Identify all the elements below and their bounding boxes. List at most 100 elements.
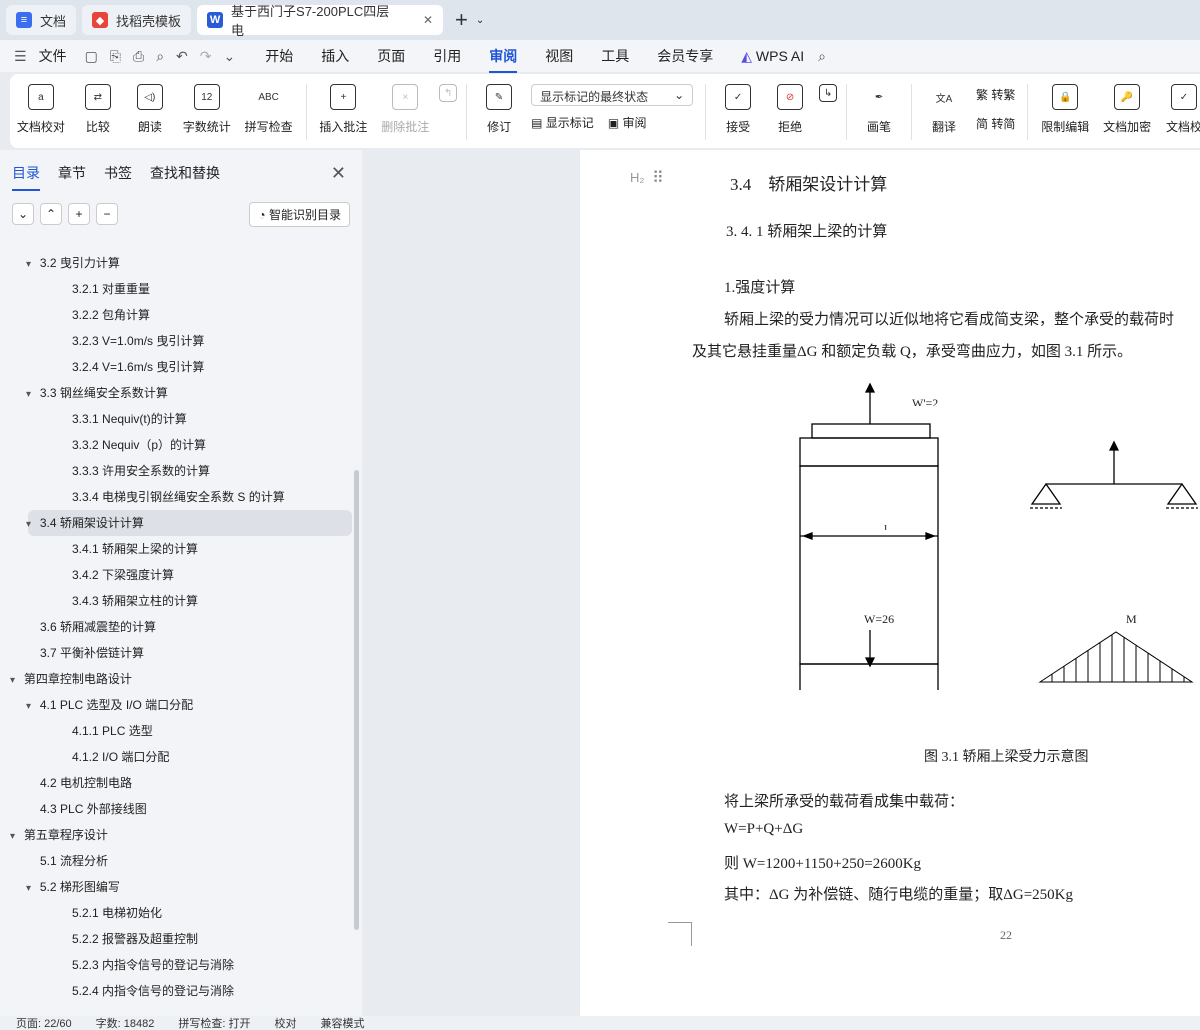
next-change-button[interactable]: ↳ xyxy=(818,84,838,110)
delete-comment-button[interactable]: × 删除批注 xyxy=(381,84,429,135)
close-icon[interactable]: ✕ xyxy=(423,13,433,27)
translate-button[interactable]: 文A 翻译 xyxy=(926,84,962,135)
formula[interactable]: 则 W=1200+1150+250=2600Kg xyxy=(724,852,921,873)
toc-item[interactable]: 5.2.2 报警器及超重控制 xyxy=(0,926,352,952)
toc-item[interactable]: 3.2.3 V=1.0m/s 曳引计算 xyxy=(0,328,352,354)
tab-find-replace[interactable]: 查找和替换 xyxy=(150,163,220,183)
new-tab-icon[interactable]: + xyxy=(455,7,468,33)
figure-caption[interactable]: 图 3.1 轿厢上梁受力示意图 xyxy=(924,746,1089,766)
paragraph[interactable]: 及其它悬挂重量ΔG 和额定负载 Q，承受弯曲应力，如图 3.1 所示。 xyxy=(692,340,1132,361)
export-icon[interactable]: ⎘ xyxy=(110,48,121,65)
formula[interactable]: W=P+Q+ΔG xyxy=(724,821,803,838)
paragraph[interactable]: 轿厢上梁的受力情况可以近似地将它看成简支梁，整个承受的载荷时 xyxy=(724,308,1174,329)
wps-ai-button[interactable]: ◭ WPS AI xyxy=(741,48,804,65)
redo-icon[interactable]: ↷ xyxy=(200,48,212,65)
status-page[interactable]: 页面: 22/60 xyxy=(16,1015,72,1030)
toc-item[interactable]: 4.1.2 I/O 端口分配 xyxy=(0,744,352,770)
expand-arrow-icon[interactable]: ▾ xyxy=(10,831,18,842)
expand-arrow-icon[interactable]: ▾ xyxy=(26,883,34,894)
remove-icon[interactable]: − xyxy=(96,203,118,225)
toc-item[interactable]: 3.6 轿厢减震垫的计算 xyxy=(0,614,352,640)
menu-review[interactable]: 审阅 xyxy=(489,46,518,73)
toc-item[interactable]: 3.3.1 Nequiv(t)的计算 xyxy=(0,406,352,432)
to-simplified-button[interactable]: 简 转简 xyxy=(976,115,1015,132)
prev-comment-button[interactable]: ↰ xyxy=(438,84,458,110)
collapse-icon[interactable]: ⌃ xyxy=(40,203,62,225)
status-word-count[interactable]: 字数: 18482 xyxy=(96,1015,155,1030)
more-icon[interactable]: ⌄ xyxy=(224,48,236,65)
toc-item[interactable]: ▾ 4.1 PLC 选型及 I/O 端口分配 xyxy=(0,692,352,718)
heading-3-4-1[interactable]: 3. 4. 1 轿厢架上梁的计算 xyxy=(726,220,887,241)
paragraph[interactable]: 将上梁所承受的载荷看成集中载荷： xyxy=(724,790,964,811)
print-icon[interactable]: ⎙ xyxy=(133,48,144,65)
toc-item[interactable]: ▾ 5.2 梯形图编写 xyxy=(0,874,352,900)
read-aloud-button[interactable]: ◁) 朗读 xyxy=(132,84,168,135)
restrict-edit-button[interactable]: 🔒 限制编辑 xyxy=(1041,84,1089,135)
scrollbar[interactable] xyxy=(354,470,359,930)
preview-icon[interactable]: ⌕ xyxy=(156,48,164,65)
menu-member[interactable]: 会员专享 xyxy=(657,46,713,66)
proofread-button[interactable]: a 文档校对 xyxy=(17,84,65,135)
toc-item[interactable]: 3.4.1 轿厢架上梁的计算 xyxy=(0,536,352,562)
insert-comment-button[interactable]: + 插入批注 xyxy=(319,84,367,135)
accept-button[interactable]: ✓ 接受 xyxy=(720,84,756,135)
toc-item[interactable]: 4.1.1 PLC 选型 xyxy=(0,718,352,744)
smart-toc-button[interactable]: ◔ 智能识别目录 xyxy=(249,201,350,227)
expand-arrow-icon[interactable]: ▾ xyxy=(10,675,18,686)
toc-item[interactable]: 5.1 流程分析 xyxy=(0,848,352,874)
toc-item[interactable]: 4.2 电机控制电路 xyxy=(0,770,352,796)
heading-3-4[interactable]: 3.4 轿厢架设计计算 xyxy=(730,170,887,195)
add-icon[interactable]: + xyxy=(68,203,90,225)
tab-docs[interactable]: ≡ 文档 xyxy=(6,5,77,35)
paragraph[interactable]: 1.强度计算 xyxy=(724,276,795,297)
toc-item[interactable]: 5.2.1 电梯初始化 xyxy=(0,900,352,926)
word-count-button[interactable]: 12 字数统计 xyxy=(183,84,231,135)
pen-button[interactable]: ✒ 画笔 xyxy=(861,84,897,135)
status-spell-check[interactable]: 拼写检查: 打开 xyxy=(178,1015,250,1030)
status-proofread[interactable]: 校对 xyxy=(274,1015,296,1030)
compare-button[interactable]: ⇄ 比较 xyxy=(80,84,116,135)
toc-item[interactable]: 3.7 平衡补偿链计算 xyxy=(0,640,352,666)
toc-item[interactable]: ▾ 第五章程序设计 xyxy=(0,822,352,848)
toc-item[interactable]: 5.2.3 内指令信号的登记与消除 xyxy=(0,952,352,978)
expand-arrow-icon[interactable]: ▾ xyxy=(26,259,34,270)
close-icon[interactable]: ✕ xyxy=(331,163,346,184)
to-traditional-button[interactable]: 繁 转繁 xyxy=(976,86,1015,103)
reject-button[interactable]: ⊘ 拒绝 xyxy=(772,84,808,135)
menu-home[interactable]: 开始 xyxy=(265,46,293,66)
toc-item[interactable]: ▾ 3.4 轿厢架设计计算 xyxy=(26,510,352,536)
toc-item[interactable]: ▾ 第四章控制电路设计 xyxy=(0,666,352,692)
menu-page[interactable]: 页面 xyxy=(377,46,405,66)
menu-icon[interactable]: ☰ xyxy=(14,48,27,65)
tab-bookmark[interactable]: 书签 xyxy=(104,163,132,183)
toc-item[interactable]: 3.2.4 V=1.6m/s 曳引计算 xyxy=(0,354,352,380)
toc-item[interactable]: 3.3.2 Nequiv（p）的计算 xyxy=(0,432,352,458)
expand-icon[interactable]: ⌄ xyxy=(12,203,34,225)
toc-item[interactable]: 5.2.4 内指令信号的登记与消除 xyxy=(0,978,352,1004)
encrypt-button[interactable]: 🔑 文档加密 xyxy=(1103,84,1151,135)
tab-docer[interactable]: ◆ 找稻壳模板 xyxy=(82,5,192,35)
toc-item[interactable]: 3.3.3 许用安全系数的计算 xyxy=(0,458,352,484)
chevron-down-icon[interactable]: ⌄ xyxy=(476,15,484,26)
track-changes-button[interactable]: ✎ 修订 xyxy=(481,84,517,135)
search-icon[interactable]: ⌕ xyxy=(818,48,826,65)
toc-item[interactable]: 3.3.4 电梯曳引钢丝绳安全系数 S 的计算 xyxy=(0,484,352,510)
menu-reference[interactable]: 引用 xyxy=(433,46,461,66)
toc-item[interactable]: 3.4.2 下梁强度计算 xyxy=(0,562,352,588)
tab-chapter[interactable]: 章节 xyxy=(58,163,86,183)
expand-arrow-icon[interactable]: ▾ xyxy=(26,701,34,712)
menu-view[interactable]: 视图 xyxy=(545,46,573,66)
expand-arrow-icon[interactable]: ▾ xyxy=(26,519,34,530)
save-icon[interactable]: ▢ xyxy=(85,48,98,65)
toc-item[interactable]: 4.3 PLC 外部接线图 xyxy=(0,796,352,822)
markup-state-dropdown[interactable]: 显示标记的最终状态 ⌄ xyxy=(531,84,694,106)
tab-document[interactable]: W 基于西门子S7-200PLC四层电 ✕ xyxy=(197,4,444,38)
toc-item[interactable]: 3.4.3 轿厢架立柱的计算 xyxy=(0,588,352,614)
spell-check-button[interactable]: ABC 拼写检查 xyxy=(245,84,293,135)
undo-icon[interactable]: ↶ xyxy=(176,48,188,65)
paragraph[interactable]: 其中：ΔG 为补偿链、随行电缆的重量；取ΔG=250Kg xyxy=(724,883,1073,904)
toc-item[interactable]: ▾ 3.3 钢丝绳安全系数计算 xyxy=(0,380,352,406)
doc-verify-button[interactable]: ✓ 文档校 xyxy=(1166,84,1200,135)
drag-handle-icon[interactable]: ⠿ xyxy=(652,168,664,188)
menu-tools[interactable]: 工具 xyxy=(601,46,629,66)
